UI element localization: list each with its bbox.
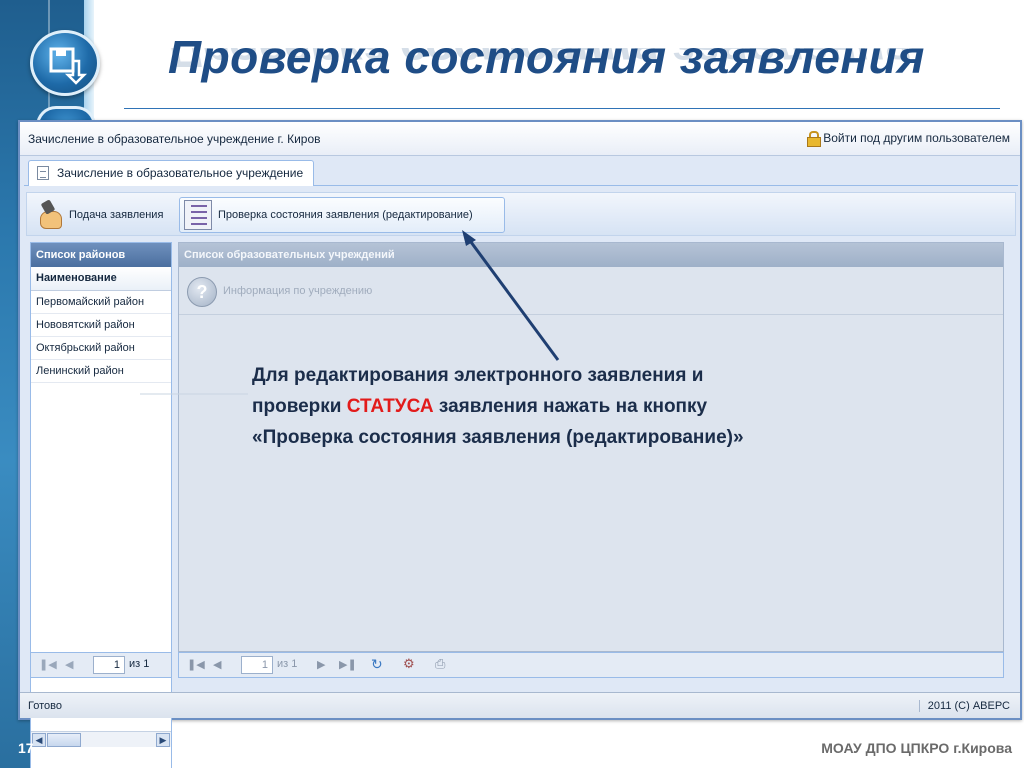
page-number: 17 xyxy=(18,740,34,756)
login-link-label: Войти под другим пользователем xyxy=(823,131,1010,145)
first-page-icon[interactable]: ❚◀ xyxy=(187,658,205,671)
district-row[interactable]: Первомайский район xyxy=(31,291,171,314)
horizontal-scrollbar[interactable]: ◀ ▶ xyxy=(31,731,171,747)
callout-line-2-after: заявления нажать на кнопку xyxy=(433,396,708,417)
institutions-toolbar: ? Информация по учреждению xyxy=(179,267,1003,315)
institutions-pager: ❚◀ ◀ 1 из 1 ▶ ▶❚ ↻ ⚙ ⎙ xyxy=(178,652,1004,678)
scroll-thumb[interactable] xyxy=(47,733,81,747)
tab-enrollment[interactable]: Зачисление в образовательное учреждение xyxy=(28,160,315,186)
print-icon[interactable]: ⎙ xyxy=(435,656,445,672)
prev-page-icon[interactable]: ◀ xyxy=(213,658,221,671)
login-other-user-link[interactable]: Войти под другим пользователем xyxy=(807,131,1010,147)
tab-label: Зачисление в образовательное учреждение xyxy=(57,166,304,180)
status-bar: Готово 2011 (С) АВЕРС xyxy=(20,692,1020,718)
list-document-icon xyxy=(184,200,212,230)
clear-filter-icon[interactable]: ⚙ xyxy=(403,656,415,672)
submit-application-label: Подача заявления xyxy=(69,209,164,221)
slide-title-reflection: Проверка состояния заявления xyxy=(168,48,911,77)
question-icon: ? xyxy=(187,277,217,307)
scroll-right-arrow-icon[interactable]: ▶ xyxy=(156,733,170,747)
page-input[interactable]: 1 xyxy=(93,656,125,674)
save-disk-icon xyxy=(30,30,100,96)
refresh-icon[interactable]: ↻ xyxy=(371,656,383,673)
institution-info-button[interactable]: Информация по учреждению xyxy=(223,285,372,297)
next-page-icon[interactable]: ▶ xyxy=(317,658,325,671)
document-icon xyxy=(37,166,49,180)
app-header: Зачисление в образовательное учреждение … xyxy=(20,122,1020,156)
footer-organization: МОАУ ДПО ЦПКРО г.Кирова xyxy=(821,740,1012,756)
district-row[interactable]: Октябрьский район xyxy=(31,337,171,360)
district-row[interactable]: Ленинский район xyxy=(31,360,171,383)
callout-line-3: «Проверка состояния заявления (редактиро… xyxy=(252,427,744,448)
last-page-icon[interactable]: ▶❚ xyxy=(339,658,357,671)
callout-status-highlight: СТАТУСА xyxy=(346,396,434,417)
check-status-button[interactable]: Проверка состояния заявления (редактиров… xyxy=(179,197,505,233)
tab-bar: Зачисление в образовательное учреждение xyxy=(24,158,1018,186)
app-title: Зачисление в образовательное учреждение … xyxy=(28,132,321,146)
hand-pen-icon xyxy=(37,201,63,229)
districts-panel-title: Список районов xyxy=(31,243,171,267)
save-disk-icon-glyph xyxy=(49,47,87,85)
page-count: из 1 xyxy=(129,658,150,670)
copyright-text: 2011 (С) АВЕРС xyxy=(918,700,1010,712)
lock-icon xyxy=(807,131,822,147)
districts-pager: ❚◀ ◀ 1 из 1 xyxy=(30,652,172,678)
submit-application-button[interactable]: Подача заявления xyxy=(37,197,163,233)
first-page-icon[interactable]: ❚◀ xyxy=(39,658,57,671)
page-input[interactable]: 1 xyxy=(241,656,273,674)
callout-line-2-before: проверки xyxy=(252,396,347,417)
title-divider xyxy=(124,108,1000,109)
main-toolbar: Подача заявления Проверка состояния заяв… xyxy=(26,192,1016,236)
instruction-callout: Для редактирования электронного заявлени… xyxy=(252,360,872,453)
callout-line-1: Для редактирования электронного заявлени… xyxy=(252,365,704,386)
institutions-panel-title: Список образовательных учреждений xyxy=(179,243,1003,267)
prev-page-icon[interactable]: ◀ xyxy=(65,658,73,671)
districts-panel: Список районов Наименование Первомайский… xyxy=(30,242,172,768)
status-text: Готово xyxy=(28,700,62,712)
page-count: из 1 xyxy=(277,658,298,670)
scroll-left-arrow-icon[interactable]: ◀ xyxy=(32,733,46,747)
check-status-label: Проверка состояния заявления (редактиров… xyxy=(218,209,473,221)
column-header-name[interactable]: Наименование xyxy=(31,267,171,291)
district-row[interactable]: Нововятский район xyxy=(31,314,171,337)
callout-line-2: проверки СТАТУСА заявления нажать на кно… xyxy=(252,391,872,422)
